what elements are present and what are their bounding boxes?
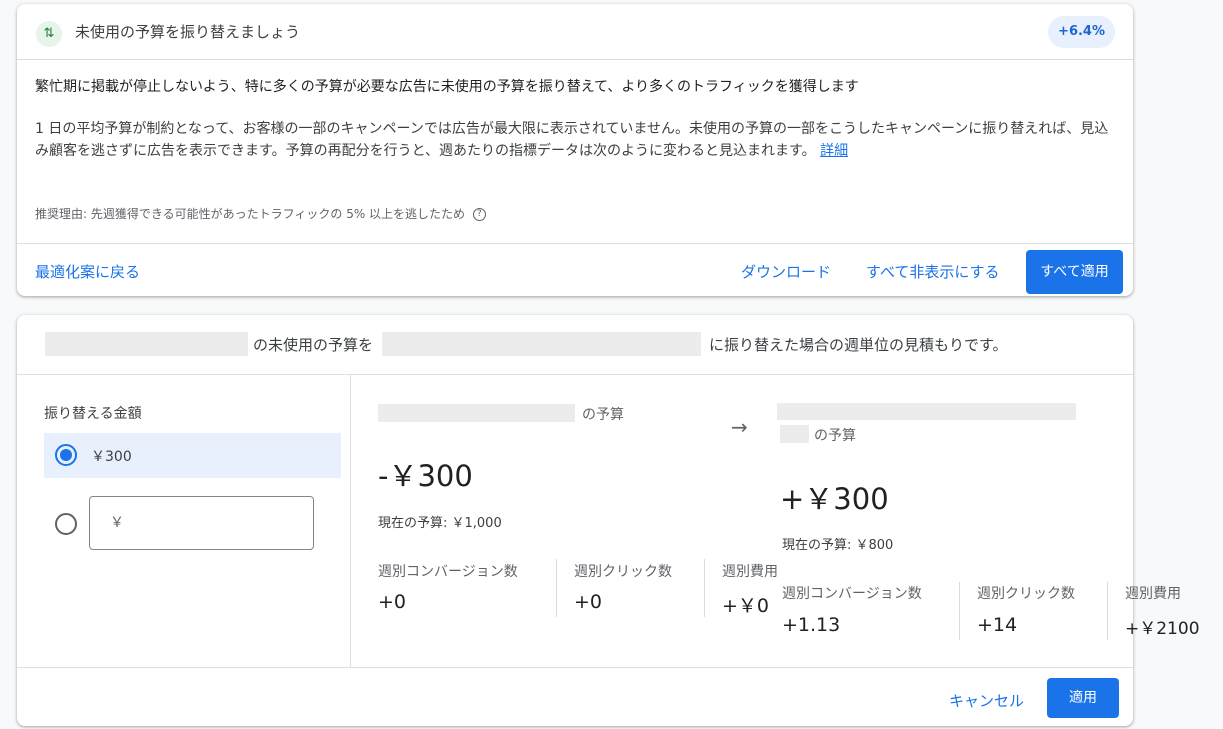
description-text: 1 日の平均予算が制約となって、お客様の一部のキャンペーンでは広告が最大限に表示… <box>35 121 1109 159</box>
custom-amount-input[interactable]: ￥ <box>89 496 314 550</box>
redacted-target-campaign <box>382 332 701 356</box>
apply-all-button[interactable]: すべて適用 <box>1026 250 1123 294</box>
estimate-header-mid: の未使用の予算を <box>253 336 374 354</box>
details-link[interactable]: 詳細 <box>820 143 848 159</box>
estimate-header: の未使用の予算を に振り替えた場合の週単位の見積もりです。 <box>17 315 1133 375</box>
recommendation-title: 未使用の予算を振り替えましょう <box>75 23 301 41</box>
target-metric-clicks-label: 週別クリック数 <box>977 586 1075 602</box>
recommendation-description: 1 日の平均予算が制約となって、お客様の一部のキャンペーンでは広告が最大限に表示… <box>35 118 1115 162</box>
estimate-footer: キャンセル 適用 <box>17 667 1133 726</box>
reason-text: 推奨理由: 先週獲得できる可能性があったトラフィックの 5% 以上を逃したため <box>35 207 466 221</box>
redacted-source-campaign <box>45 332 248 356</box>
redacted-target-name <box>777 403 1076 420</box>
recommendation-footer: 最適化案に戻る ダウンロード すべて非表示にする すべて適用 <box>17 243 1133 296</box>
source-budget-label: の予算 <box>582 407 624 423</box>
metric-divider <box>959 582 960 640</box>
recommendation-card: ⇅ 未使用の予算を振り替えましょう +6.4% 繁忙期に掲載が停止しないよう、特… <box>17 4 1133 296</box>
source-metric-conversions-value: +0 <box>378 591 407 613</box>
recommendation-reason: 推奨理由: 先週獲得できる可能性があったトラフィックの 5% 以上を逃したため … <box>35 205 486 222</box>
source-metric-clicks-value: +0 <box>574 591 603 613</box>
amount-option-preset[interactable]: ￥300 <box>44 433 341 478</box>
target-metric-cost-label: 週別費用 <box>1125 586 1181 602</box>
amount-option-label: ￥300 <box>91 449 132 465</box>
estimate-header-end: に振り替えた場合の週単位の見積もりです。 <box>709 336 1008 354</box>
metric-divider <box>704 559 705 617</box>
redacted-target-name-2 <box>780 425 809 443</box>
recommendation-header: ⇅ 未使用の予算を振り替えましょう +6.4% <box>17 4 1133 60</box>
estimate-card: の未使用の予算を に振り替えた場合の週単位の見積もりです。 振り替える金額 ￥3… <box>17 315 1200 726</box>
target-metric-conversions-value: +1.13 <box>782 614 841 636</box>
target-metric-conversions-label: 週別コンバージョン数 <box>782 586 922 602</box>
arrow-right-icon: → <box>731 415 748 439</box>
help-icon[interactable]: ? <box>472 208 486 221</box>
source-metric-cost-label: 週別費用 <box>722 564 778 580</box>
metric-divider <box>1107 582 1108 640</box>
target-budget-label: の予算 <box>814 428 856 444</box>
back-to-recommendations-link[interactable]: 最適化案に戻る <box>35 261 140 282</box>
cancel-button[interactable]: キャンセル <box>949 690 1024 711</box>
download-button[interactable]: ダウンロード <box>741 261 831 282</box>
target-budget-change: +￥300 <box>780 482 889 516</box>
recommendation-lead: 繁忙期に掲載が停止しないよう、特に多くの予算が必要な広告に未使用の予算を振り替え… <box>35 79 859 95</box>
amount-label: 振り替える金額 <box>44 406 142 422</box>
hide-all-button[interactable]: すべて非表示にする <box>866 261 1000 282</box>
apply-button[interactable]: 適用 <box>1047 678 1119 718</box>
source-metric-conversions-label: 週別コンバージョン数 <box>378 564 518 580</box>
amount-panel: 振り替える金額 ￥300 ￥ <box>17 375 351 667</box>
source-budget-change: -￥300 <box>378 459 473 493</box>
swap-arrows-icon: ⇅ <box>36 21 62 47</box>
radio-unselected-icon[interactable] <box>55 513 77 535</box>
target-metric-clicks-value: +14 <box>977 614 1018 636</box>
source-metric-clicks-label: 週別クリック数 <box>574 564 672 580</box>
source-metric-cost-value: +￥0 <box>722 595 770 617</box>
metric-divider <box>556 559 557 617</box>
uplift-badge: +6.4% <box>1048 16 1115 48</box>
radio-selected-icon[interactable] <box>55 444 77 466</box>
source-current-budget: 現在の予算: ￥1,000 <box>378 516 502 531</box>
target-metric-cost-value: +￥2100 <box>1125 619 1200 639</box>
target-current-budget: 現在の予算: ￥800 <box>782 538 894 553</box>
redacted-source-name <box>378 404 575 422</box>
